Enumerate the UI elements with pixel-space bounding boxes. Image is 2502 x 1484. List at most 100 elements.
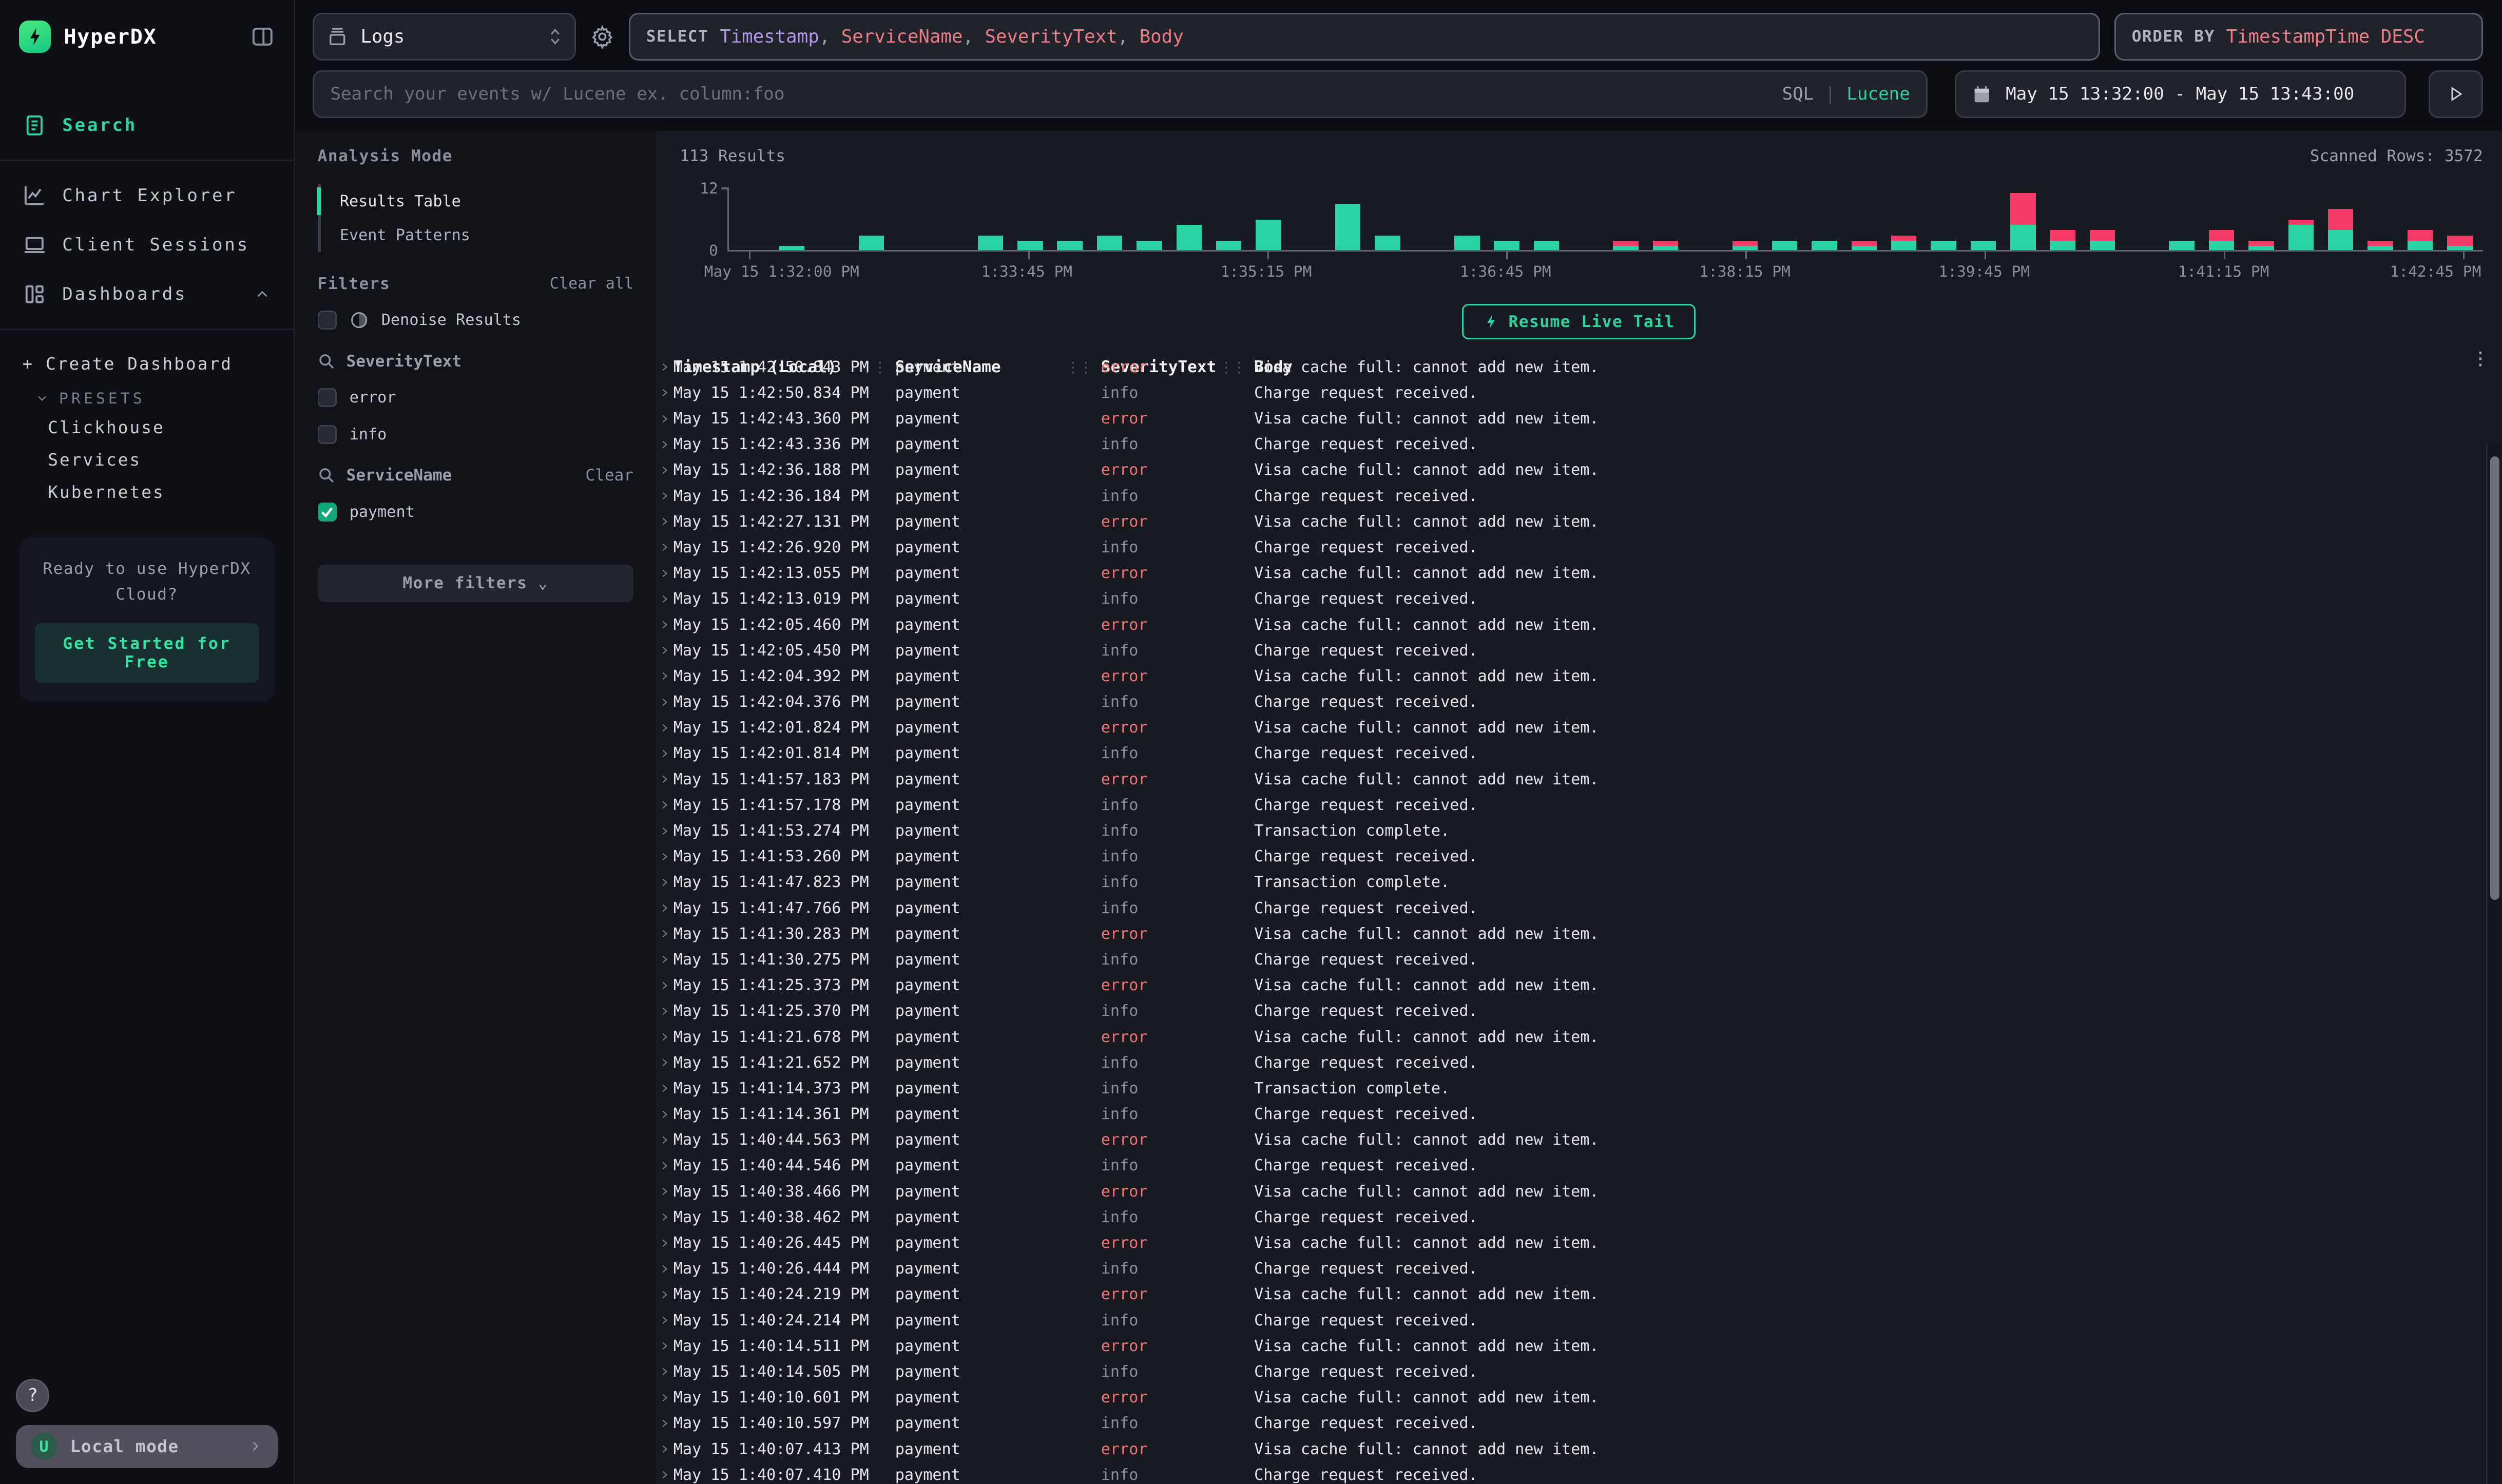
- log-row[interactable]: May 15 1:40:38.466 PM payment error Visa…: [656, 1179, 2486, 1204]
- log-row[interactable]: May 15 1:42:36.184 PM payment info Charg…: [656, 483, 2486, 509]
- log-row[interactable]: May 15 1:40:10.601 PM payment error Visa…: [656, 1385, 2486, 1411]
- row-expand-chevron-icon[interactable]: [659, 566, 673, 581]
- filter-group-name[interactable]: SeverityText: [347, 352, 462, 371]
- more-filters-button[interactable]: More filters ⌄: [318, 565, 633, 602]
- row-expand-chevron-icon[interactable]: [659, 437, 673, 452]
- row-expand-chevron-icon[interactable]: [659, 463, 673, 477]
- order-by-input[interactable]: ORDER BY TimestampTime DESC: [2114, 13, 2483, 61]
- row-expand-chevron-icon[interactable]: [659, 669, 673, 683]
- row-expand-chevron-icon[interactable]: [659, 875, 673, 890]
- local-mode-menu[interactable]: U Local mode: [16, 1425, 278, 1468]
- log-row[interactable]: May 15 1:41:30.275 PM payment info Charg…: [656, 947, 2486, 972]
- preset-services[interactable]: Services: [23, 444, 272, 476]
- create-dashboard-button[interactable]: + Create Dashboard: [23, 346, 272, 381]
- log-row[interactable]: May 15 1:40:26.445 PM payment error Visa…: [656, 1230, 2486, 1256]
- log-row[interactable]: May 15 1:41:14.373 PM payment info Trans…: [656, 1075, 2486, 1101]
- row-expand-chevron-icon[interactable]: [659, 824, 673, 838]
- log-row[interactable]: May 15 1:42:04.376 PM payment info Charg…: [656, 689, 2486, 715]
- denoise-checkbox[interactable]: [318, 311, 337, 330]
- log-row[interactable]: May 15 1:42:05.450 PM payment info Charg…: [656, 638, 2486, 663]
- log-row[interactable]: May 15 1:40:14.505 PM payment info Charg…: [656, 1359, 2486, 1384]
- row-expand-chevron-icon[interactable]: [659, 1313, 673, 1327]
- log-row[interactable]: May 15 1:41:53.274 PM payment info Trans…: [656, 818, 2486, 843]
- row-expand-chevron-icon[interactable]: [659, 1364, 673, 1379]
- preset-kubernetes[interactable]: Kubernetes: [23, 476, 272, 509]
- row-expand-chevron-icon[interactable]: [659, 1262, 673, 1276]
- log-row[interactable]: May 15 1:41:21.678 PM payment error Visa…: [656, 1024, 2486, 1050]
- row-expand-chevron-icon[interactable]: [659, 1391, 673, 1405]
- log-row[interactable]: May 15 1:40:24.214 PM payment info Charg…: [656, 1307, 2486, 1333]
- log-row[interactable]: May 15 1:41:30.283 PM payment error Visa…: [656, 921, 2486, 947]
- log-row[interactable]: May 15 1:41:25.370 PM payment info Charg…: [656, 998, 2486, 1024]
- sidebar-item-dashboards[interactable]: Dashboards: [0, 269, 294, 319]
- log-row[interactable]: May 15 1:42:43.360 PM payment error Visa…: [656, 406, 2486, 431]
- log-row[interactable]: May 15 1:40:38.462 PM payment info Charg…: [656, 1204, 2486, 1230]
- row-expand-chevron-icon[interactable]: [659, 978, 673, 993]
- row-expand-chevron-icon[interactable]: [659, 721, 673, 735]
- row-expand-chevron-icon[interactable]: [659, 386, 673, 400]
- row-expand-chevron-icon[interactable]: [659, 360, 673, 374]
- presets-toggle[interactable]: PRESETS: [23, 381, 272, 412]
- log-row[interactable]: May 15 1:40:44.546 PM payment info Charg…: [656, 1153, 2486, 1179]
- source-settings-gear-icon[interactable]: [590, 25, 614, 49]
- sidebar-item-search[interactable]: Search: [0, 101, 294, 150]
- row-expand-chevron-icon[interactable]: [659, 798, 673, 812]
- log-row[interactable]: May 15 1:41:14.361 PM payment info Charg…: [656, 1101, 2486, 1127]
- log-row[interactable]: May 15 1:42:13.019 PM payment info Charg…: [656, 586, 2486, 612]
- row-expand-chevron-icon[interactable]: [659, 850, 673, 864]
- clear-service-link[interactable]: Clear: [585, 466, 633, 485]
- row-expand-chevron-icon[interactable]: [659, 1159, 673, 1173]
- resume-live-tail-button[interactable]: Resume Live Tail: [1462, 304, 1696, 339]
- log-row[interactable]: May 15 1:41:47.766 PM payment info Charg…: [656, 895, 2486, 921]
- log-row[interactable]: May 15 1:42:26.920 PM payment info Charg…: [656, 534, 2486, 560]
- clear-all-link[interactable]: Clear all: [550, 275, 633, 293]
- denoise-checkbox-row[interactable]: Denoise Results: [318, 311, 633, 330]
- sidebar-item-chart-explorer[interactable]: Chart Explorer: [0, 170, 294, 220]
- row-expand-chevron-icon[interactable]: [659, 1287, 673, 1302]
- row-expand-chevron-icon[interactable]: [659, 901, 673, 915]
- row-expand-chevron-icon[interactable]: [659, 1004, 673, 1018]
- filter-option-info[interactable]: info: [318, 425, 633, 444]
- row-expand-chevron-icon[interactable]: [659, 1081, 673, 1095]
- log-row[interactable]: May 15 1:40:07.410 PM payment info Charg…: [656, 1462, 2486, 1484]
- row-expand-chevron-icon[interactable]: [659, 643, 673, 658]
- log-row[interactable]: May 15 1:42:43.336 PM payment info Charg…: [656, 432, 2486, 457]
- row-expand-chevron-icon[interactable]: [659, 1416, 673, 1431]
- row-expand-chevron-icon[interactable]: [659, 412, 673, 426]
- row-expand-chevron-icon[interactable]: [659, 695, 673, 709]
- log-row[interactable]: May 15 1:40:26.444 PM payment info Charg…: [656, 1256, 2486, 1282]
- log-row[interactable]: May 15 1:41:57.178 PM payment info Charg…: [656, 792, 2486, 818]
- log-row[interactable]: May 15 1:40:14.511 PM payment error Visa…: [656, 1333, 2486, 1359]
- run-query-button[interactable]: [2429, 70, 2483, 118]
- source-select[interactable]: Logs: [313, 13, 576, 61]
- option-results-table[interactable]: Results Table: [321, 184, 633, 218]
- log-row[interactable]: May 15 1:42:01.824 PM payment error Visa…: [656, 715, 2486, 741]
- row-expand-chevron-icon[interactable]: [659, 1468, 673, 1482]
- row-expand-chevron-icon[interactable]: [659, 772, 673, 786]
- row-expand-chevron-icon[interactable]: [659, 1210, 673, 1224]
- row-expand-chevron-icon[interactable]: [659, 1184, 673, 1199]
- sidebar-item-client-sessions[interactable]: Client Sessions: [0, 220, 294, 269]
- log-row[interactable]: May 15 1:42:50.834 PM payment info Charg…: [656, 380, 2486, 406]
- scrollbar-thumb[interactable]: [2490, 456, 2500, 900]
- option-event-patterns[interactable]: Event Patterns: [321, 218, 633, 252]
- row-expand-chevron-icon[interactable]: [659, 1442, 673, 1456]
- log-row[interactable]: May 15 1:42:05.460 PM payment error Visa…: [656, 612, 2486, 638]
- log-row[interactable]: May 15 1:41:25.373 PM payment error Visa…: [656, 973, 2486, 998]
- log-row[interactable]: May 15 1:42:50.843 PM payment error Visa…: [656, 354, 2486, 380]
- chevron-up-icon[interactable]: [254, 285, 271, 303]
- mode-sql-button[interactable]: SQL: [1782, 84, 1814, 104]
- help-button[interactable]: ?: [16, 1379, 49, 1412]
- row-expand-chevron-icon[interactable]: [659, 592, 673, 606]
- lucene-search-input[interactable]: Search your events w/ Lucene ex. column:…: [313, 70, 1928, 118]
- scrollbar-track[interactable]: [2486, 444, 2500, 1484]
- row-expand-chevron-icon[interactable]: [659, 1055, 673, 1070]
- info-checkbox[interactable]: [318, 425, 337, 444]
- log-row[interactable]: May 15 1:41:57.183 PM payment error Visa…: [656, 766, 2486, 792]
- row-expand-chevron-icon[interactable]: [659, 1030, 673, 1044]
- filter-option-payment[interactable]: payment: [318, 503, 633, 522]
- row-expand-chevron-icon[interactable]: [659, 746, 673, 761]
- row-expand-chevron-icon[interactable]: [659, 1107, 673, 1122]
- log-row[interactable]: May 15 1:40:24.219 PM payment error Visa…: [656, 1282, 2486, 1307]
- log-row[interactable]: May 15 1:40:07.413 PM payment error Visa…: [656, 1436, 2486, 1462]
